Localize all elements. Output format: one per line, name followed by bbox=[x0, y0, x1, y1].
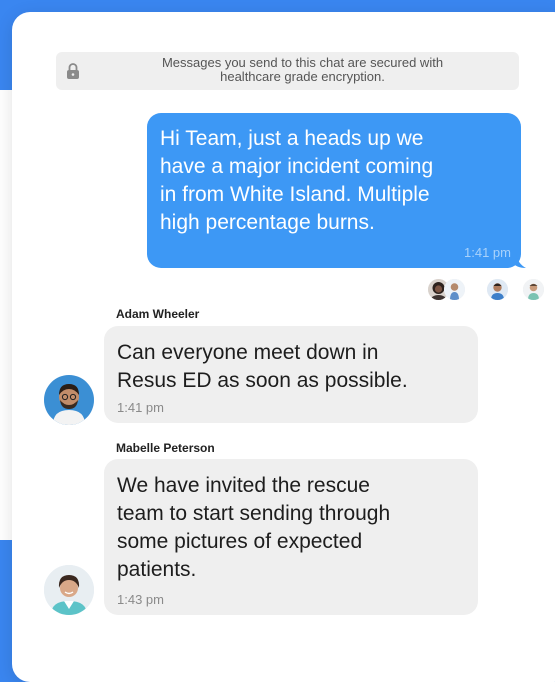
bubble-tail bbox=[512, 254, 526, 268]
avatar-mabelle-peterson[interactable] bbox=[44, 565, 94, 615]
encryption-notice: Messages you send to this chat are secur… bbox=[56, 52, 519, 90]
message-timestamp: 1:43 pm bbox=[117, 592, 164, 607]
encryption-notice-text: Messages you send to this chat are secur… bbox=[161, 55, 444, 84]
message-text: We have invited the rescue team to start… bbox=[117, 474, 391, 581]
read-receipts[interactable] bbox=[428, 279, 548, 301]
incoming-message-bubble[interactable]: We have invited the rescue team to start… bbox=[104, 459, 478, 615]
sender-name: Adam Wheeler bbox=[116, 307, 200, 321]
sender-name: Mabelle Peterson bbox=[116, 441, 215, 455]
read-receipt-avatar bbox=[523, 279, 544, 300]
incoming-message-bubble[interactable]: Can everyone meet down in Resus ED as so… bbox=[104, 326, 478, 423]
message-text: Hi Team, just a heads up we have a major… bbox=[160, 127, 434, 234]
lock-icon bbox=[67, 63, 79, 79]
read-receipt-avatar bbox=[487, 279, 508, 300]
message-text: Can everyone meet down in Resus ED as so… bbox=[117, 341, 408, 392]
avatar-adam-wheeler[interactable] bbox=[44, 375, 94, 425]
message-timestamp: 1:41 pm bbox=[117, 400, 164, 415]
message-timestamp: 1:41 pm bbox=[464, 245, 511, 260]
read-receipt-avatar bbox=[444, 279, 465, 300]
outgoing-message-bubble[interactable]: Hi Team, just a heads up we have a major… bbox=[147, 113, 521, 268]
